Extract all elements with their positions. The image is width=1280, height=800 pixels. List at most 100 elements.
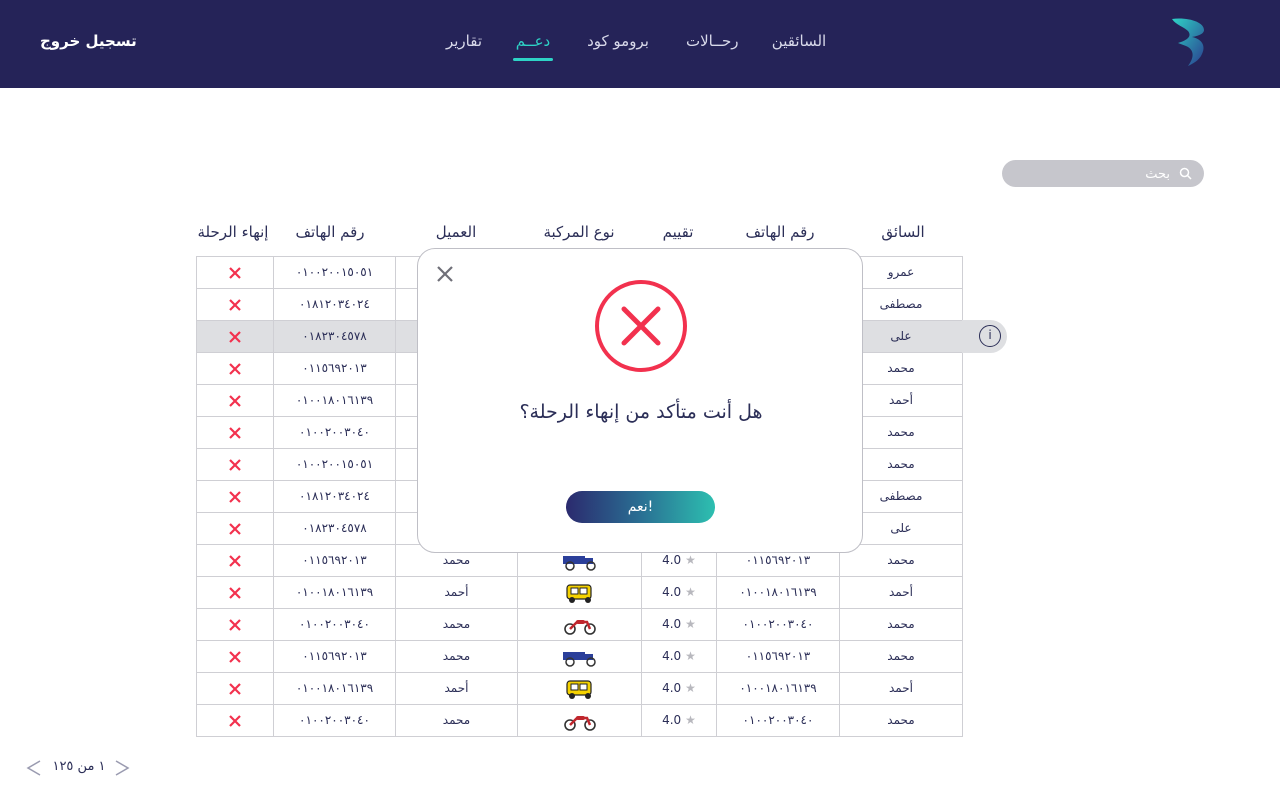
rating-value: 4.0 bbox=[662, 713, 682, 727]
close-x-icon bbox=[229, 330, 241, 343]
chevron-left-icon[interactable] bbox=[24, 756, 44, 780]
end-trip-button[interactable] bbox=[197, 481, 273, 512]
star-icon: ★ bbox=[685, 681, 696, 695]
close-icon[interactable] bbox=[434, 263, 456, 285]
table-row[interactable]: ٠١٠٠٢٠٠٣٠٤٠ محمد 4.0 ★ ٠١٠٠٢٠٠٣٠٤٠ محمد bbox=[197, 705, 962, 737]
close-x-icon bbox=[229, 682, 241, 695]
driver-phone-cell: ٠١٠٠١٨٠١٦١٣٩ bbox=[716, 577, 839, 608]
client-cell: محمد bbox=[395, 641, 517, 672]
pagination: ١ من ١٢٥ bbox=[24, 756, 134, 780]
row-info-tab[interactable]: i bbox=[962, 320, 1007, 353]
end-trip-button[interactable] bbox=[197, 353, 273, 384]
client-cell: محمد bbox=[395, 705, 517, 736]
client-phone-cell: ٠١١٥٦٩٢٠١٣ bbox=[273, 641, 395, 672]
rating-cell: 4.0 ★ bbox=[641, 641, 716, 672]
close-x-icon bbox=[229, 554, 241, 567]
star-icon: ★ bbox=[685, 649, 696, 663]
star-icon: ★ bbox=[685, 585, 696, 599]
error-x-icon bbox=[595, 280, 687, 372]
client-phone-cell: ٠١٨٢٣٠٤٥٧٨ bbox=[273, 321, 395, 352]
header-rating[interactable]: تقييم bbox=[648, 223, 708, 243]
end-trip-button[interactable] bbox=[197, 257, 273, 288]
end-trip-button[interactable] bbox=[197, 641, 273, 672]
header-driver[interactable]: السائق bbox=[860, 223, 946, 243]
app-logo-icon[interactable] bbox=[1168, 16, 1208, 68]
vehicle-cell bbox=[517, 641, 641, 672]
table-row[interactable]: ٠١١٥٦٩٢٠١٣ محمد 4.0 ★ ٠١١٥٦٩٢٠١٣ محمد bbox=[197, 641, 962, 673]
active-tab-indicator bbox=[513, 58, 553, 61]
motorcycle-icon bbox=[563, 619, 596, 635]
close-x-icon bbox=[229, 650, 241, 663]
table-row[interactable]: ٠١٠٠١٨٠١٦١٣٩ أحمد 4.0 ★ ٠١٠٠١٨٠١٦١٣٩ أحمد bbox=[197, 673, 962, 705]
end-trip-button[interactable] bbox=[197, 449, 273, 480]
client-phone-cell: ٠١٠٠٢٠٠١٥٠٥١ bbox=[273, 449, 395, 480]
end-trip-button[interactable] bbox=[197, 321, 273, 352]
nav-support[interactable]: دعــم bbox=[513, 32, 553, 56]
header-driver-phone[interactable]: رقم الهاتف bbox=[738, 223, 822, 243]
rating-cell: 4.0 ★ bbox=[641, 705, 716, 736]
client-phone-cell: ٠١٨١٢٠٣٤٠٢٤ bbox=[273, 481, 395, 512]
logout-button[interactable]: تسجيل خروج bbox=[40, 32, 137, 50]
header-vehicle-type[interactable]: نوع المركبة bbox=[526, 223, 632, 243]
driver-cell: أحمد bbox=[839, 577, 962, 608]
rating-cell: 4.0 ★ bbox=[641, 609, 716, 640]
rating-value: 4.0 bbox=[662, 585, 682, 599]
end-trip-button[interactable] bbox=[197, 577, 273, 608]
end-trip-button[interactable] bbox=[197, 705, 273, 736]
rating-value: 4.0 bbox=[662, 617, 682, 631]
driver-phone-cell: ٠١٠٠٢٠٠٣٠٤٠ bbox=[716, 609, 839, 640]
client-phone-cell: ٠١٠٠٢٠٠٣٠٤٠ bbox=[273, 705, 395, 736]
close-x-icon bbox=[229, 618, 241, 631]
driver-cell: أحمد bbox=[839, 673, 962, 704]
search-icon[interactable] bbox=[1179, 167, 1192, 180]
client-phone-cell: ٠١٠٠٢٠٠٣٠٤٠ bbox=[273, 417, 395, 448]
search-input[interactable] bbox=[1020, 165, 1170, 183]
end-trip-button[interactable] bbox=[197, 417, 273, 448]
table-row[interactable]: ٠١٠٠١٨٠١٦١٣٩ أحمد 4.0 ★ ٠١٠٠١٨٠١٦١٣٩ أحمد bbox=[197, 577, 962, 609]
truck-icon bbox=[562, 651, 596, 667]
end-trip-button[interactable] bbox=[197, 289, 273, 320]
close-x-icon bbox=[229, 522, 241, 535]
star-icon: ★ bbox=[685, 617, 696, 631]
driver-phone-cell: ٠١٠٠١٨٠١٦١٣٩ bbox=[716, 673, 839, 704]
close-x-icon bbox=[229, 714, 241, 727]
search-bar bbox=[1002, 160, 1204, 187]
header-client-phone[interactable]: رقم الهاتف bbox=[286, 223, 374, 243]
close-x-icon bbox=[229, 586, 241, 599]
vehicle-cell bbox=[517, 609, 641, 640]
close-x-icon bbox=[229, 298, 241, 311]
client-cell: أحمد bbox=[395, 577, 517, 608]
header-end-trip[interactable]: إنهاء الرحلة bbox=[188, 223, 278, 243]
dialog-message: هل أنت متأكد من إنهاء الرحلة؟ bbox=[519, 401, 763, 423]
end-trip-button[interactable] bbox=[197, 673, 273, 704]
rating-cell: 4.0 ★ bbox=[641, 577, 716, 608]
client-phone-cell: ٠١٨١٢٠٣٤٠٢٤ bbox=[273, 289, 395, 320]
header-client[interactable]: العميل bbox=[420, 223, 492, 243]
table-row[interactable]: ٠١٠٠٢٠٠٣٠٤٠ محمد 4.0 ★ ٠١٠٠٢٠٠٣٠٤٠ محمد bbox=[197, 609, 962, 641]
client-phone-cell: ٠١٨٢٣٠٤٥٧٨ bbox=[273, 513, 395, 544]
chevron-right-icon[interactable] bbox=[112, 756, 132, 780]
client-phone-cell: ٠١٠٠٢٠٠٣٠٤٠ bbox=[273, 609, 395, 640]
nav-reports[interactable]: تقارير bbox=[443, 32, 485, 56]
nav-promo-code[interactable]: برومو كود bbox=[583, 32, 653, 56]
client-phone-cell: ٠١٠٠١٨٠١٦١٣٩ bbox=[273, 577, 395, 608]
nav-trips[interactable]: رحــالات bbox=[686, 32, 739, 56]
close-x-icon bbox=[229, 362, 241, 375]
end-trip-button[interactable] bbox=[197, 385, 273, 416]
client-phone-cell: ٠١٠٠١٨٠١٦١٣٩ bbox=[273, 673, 395, 704]
rating-value: 4.0 bbox=[662, 681, 682, 695]
end-trip-button[interactable] bbox=[197, 609, 273, 640]
top-navigation-bar: السائقين رحــالات برومو كود دعــم تقارير… bbox=[0, 0, 1280, 88]
nav-drivers[interactable]: السائقين bbox=[769, 32, 829, 56]
close-x-icon bbox=[229, 266, 241, 279]
confirm-yes-button[interactable]: نعم! bbox=[566, 491, 715, 523]
star-icon: ★ bbox=[685, 713, 696, 727]
client-cell: محمد bbox=[395, 609, 517, 640]
vehicle-cell bbox=[517, 673, 641, 704]
info-icon[interactable]: i bbox=[979, 325, 1001, 347]
tuktuk-icon bbox=[565, 679, 592, 699]
end-trip-button[interactable] bbox=[197, 513, 273, 544]
rating-value: 4.0 bbox=[662, 553, 682, 567]
end-trip-button[interactable] bbox=[197, 545, 273, 576]
close-x-icon bbox=[229, 490, 241, 503]
